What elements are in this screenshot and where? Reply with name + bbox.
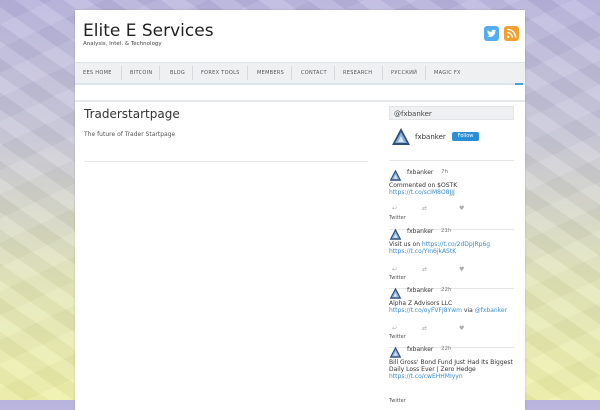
post-divider — [84, 161, 368, 162]
like-icon[interactable]: ♥ — [459, 266, 464, 273]
account-avatar-icon[interactable] — [391, 127, 411, 147]
tweet-avatar-icon[interactable] — [389, 344, 402, 358]
tweet-text-line: https://t.co/oyFVFJ8Ywm via @fxbanker — [389, 307, 519, 314]
nav-separator — [334, 66, 335, 80]
tweet-actions: ↩ ⇄ ♥ — [389, 266, 474, 273]
tweet-source: Twitter — [389, 398, 406, 404]
tweet-text: Commented on $OSTK https://t.co/scIM8O8J… — [389, 182, 519, 196]
tweet-actions: ↩ ⇄ ♥ — [389, 205, 474, 212]
reply-icon[interactable]: ↩ — [392, 325, 397, 332]
tweet-text-span: via — [462, 307, 475, 314]
nav-blog[interactable]: BLOG — [170, 63, 185, 83]
nav-members[interactable]: MEMBERS — [257, 63, 284, 83]
content-top-rule — [75, 100, 525, 102]
tweet-time[interactable]: 21h — [441, 228, 451, 234]
retweet-icon[interactable]: ⇄ — [422, 205, 427, 212]
tweet-author[interactable]: fxbanker — [407, 228, 433, 235]
follow-label: Follow — [457, 133, 474, 139]
nav-forex-tools[interactable]: FOREX TOOLS — [201, 63, 240, 83]
nav-separator — [291, 66, 292, 80]
tweet-mention[interactable]: @fxbanker — [475, 307, 507, 314]
nav-separator — [192, 66, 193, 80]
tweet-time[interactable]: 22h — [441, 287, 451, 293]
nav-magic-fx[interactable]: MAGIC FX — [434, 63, 461, 83]
nav-contact[interactable]: CONTACT — [301, 63, 327, 83]
nav-bitcoin[interactable]: BITCOIN — [130, 63, 152, 83]
tweet-text: Visit us on https://t.co/2dDpJRp6g https… — [389, 241, 519, 255]
tweet-link[interactable]: https://t.co/oyFVFJ8Ywm — [389, 307, 462, 314]
tweet-text-line: Bill Gross' Bond Fund Just Had Its Bigge… — [389, 359, 513, 366]
widget-title[interactable]: @fxbanker — [389, 106, 514, 120]
tweet-source: Twitter — [389, 215, 406, 221]
tweet-avatar-icon[interactable] — [389, 226, 402, 240]
site-header: Elite E Services Analysis, Intel, & Tech… — [75, 10, 525, 62]
post-title[interactable]: Traderstartpage — [84, 107, 180, 121]
timeline-divider — [389, 160, 514, 161]
tweet-source: Twitter — [389, 334, 406, 340]
tweet-link[interactable]: https://t.co/scIM8O8JJJ — [389, 189, 519, 196]
tweet-author[interactable]: fxbanker — [407, 169, 433, 176]
like-icon[interactable]: ♥ — [459, 205, 464, 212]
reply-icon[interactable]: ↩ — [392, 205, 397, 212]
tweet-text: Alpha Z Advisors LLC https://t.co/oyFVFJ… — [389, 300, 519, 314]
main-navigation: EES HOME BITCOIN BLOG FOREX TOOLS MEMBER… — [75, 62, 525, 85]
nav-separator — [159, 66, 160, 80]
tweet-author[interactable]: fxbanker — [407, 346, 433, 353]
tweet-item: fxbanker 22h Alpha Z Advisors LLC https:… — [389, 285, 514, 341]
tweet-link[interactable]: https://t.co/YIn6jkAStK — [389, 248, 519, 255]
nav-separator — [121, 66, 122, 80]
nav-accent-bar — [515, 83, 523, 85]
nav-separator — [425, 66, 426, 80]
site-tagline: Analysis, Intel, & Technology — [83, 41, 162, 47]
like-icon[interactable]: ♥ — [459, 325, 464, 332]
post-body: The future of Trader Startpage — [84, 131, 176, 138]
tweet-text-line: Commented on $OSTK — [389, 182, 458, 189]
retweet-icon[interactable]: ⇄ — [422, 266, 427, 273]
tweet-avatar-icon[interactable] — [389, 167, 402, 181]
follow-button[interactable]: Follow — [452, 132, 479, 141]
tweet-text-line: Alpha Z Advisors LLC — [389, 300, 453, 307]
tweet-time[interactable]: 7h — [441, 169, 448, 175]
nav-separator — [247, 66, 248, 80]
nav-ees-home[interactable]: EES HOME — [83, 63, 112, 83]
site-title[interactable]: Elite E Services — [83, 21, 214, 41]
tweet-text: Bill Gross' Bond Fund Just Had Its Bigge… — [389, 359, 519, 380]
tweet-item: fxbanker 22h Bill Gross' Bond Fund Just … — [389, 344, 514, 404]
tweet-item: fxbanker 7h Commented on $OSTK https://t… — [389, 167, 514, 223]
tweet-text-span: Visit us on — [389, 241, 422, 248]
tweet-text-line: Visit us on https://t.co/2dDpJRp6g — [389, 241, 519, 248]
tweet-item: fxbanker 21h Visit us on https://t.co/2d… — [389, 226, 514, 282]
rss-icon[interactable] — [504, 26, 519, 41]
tweet-link[interactable]: https://t.co/cwEHHMIyyn — [389, 373, 519, 380]
tweet-actions: ↩ ⇄ ♥ — [389, 325, 474, 332]
account-name[interactable]: fxbanker — [415, 133, 446, 141]
nav-research[interactable]: RESEARCH — [343, 63, 372, 83]
twitter-icon[interactable] — [484, 26, 499, 41]
reply-icon[interactable]: ↩ — [392, 266, 397, 273]
nav-underline — [75, 83, 525, 85]
nav-separator — [382, 66, 383, 80]
retweet-icon[interactable]: ⇄ — [422, 325, 427, 332]
page-container: Elite E Services Analysis, Intel, & Tech… — [75, 10, 525, 410]
nav-russian[interactable]: РУССКИЙ — [391, 63, 417, 83]
tweet-time[interactable]: 22h — [441, 346, 451, 352]
tweet-avatar-icon[interactable] — [389, 285, 402, 299]
tweet-text-line: Daily Loss Ever | Zero Hedge — [389, 366, 476, 373]
tweet-author[interactable]: fxbanker — [407, 287, 433, 294]
tweet-source: Twitter — [389, 275, 406, 281]
tweet-link[interactable]: https://t.co/2dDpJRp6g — [422, 241, 490, 248]
